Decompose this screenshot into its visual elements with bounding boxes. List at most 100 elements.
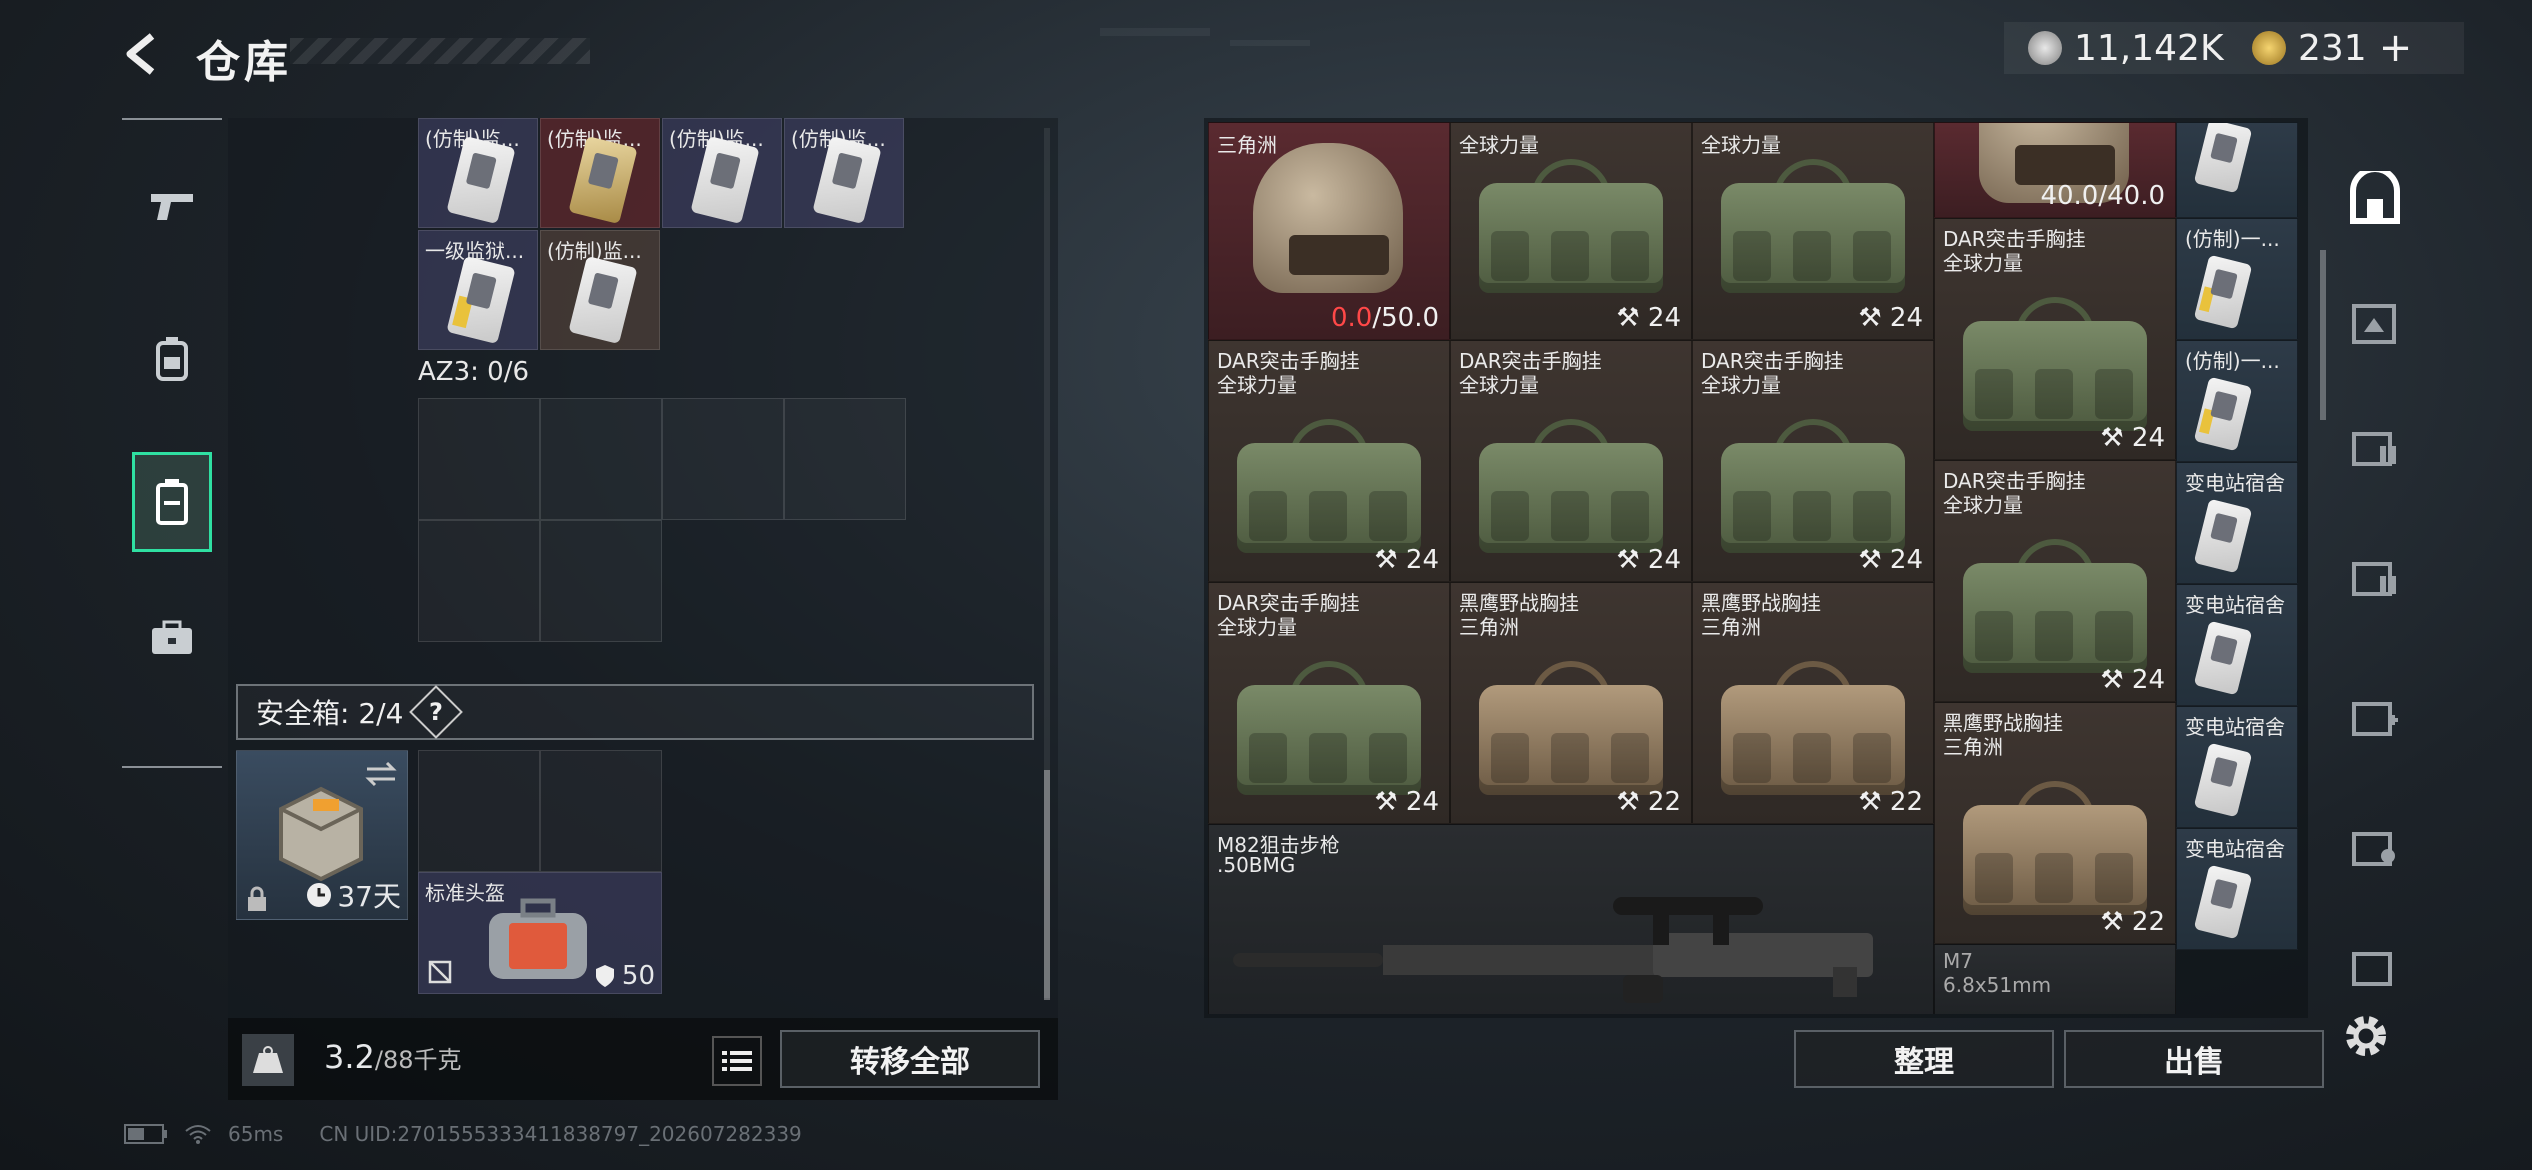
stash-item-vest[interactable]: 黑鹰野战胸挂 三角洲 ⚒ 22 bbox=[1692, 582, 1934, 824]
filter-medical[interactable] bbox=[2338, 678, 2412, 752]
durability-value: 22 bbox=[1889, 787, 1923, 817]
stash-item-vest[interactable]: DAR突击手胸挂 全球力量 ⚒ 24 bbox=[1934, 460, 2176, 702]
durability: 40.0/40.0 bbox=[2040, 181, 2165, 211]
stash-item-helmet[interactable]: 三角洲 0.0/50.0 bbox=[1208, 122, 1450, 340]
filter-ammo-2[interactable] bbox=[2338, 538, 2412, 612]
item-brand: 全球力量 bbox=[1217, 373, 1297, 397]
durability-value: 24 bbox=[1889, 303, 1923, 333]
empty-slot[interactable] bbox=[540, 520, 662, 642]
stash-item-vest[interactable]: DAR突击手胸挂 全球力量 ⚒ 24 bbox=[1450, 340, 1692, 582]
arrange-button[interactable]: 整理 bbox=[1794, 1030, 2054, 1088]
filter-ammo[interactable] bbox=[2338, 408, 2412, 482]
empty-slot[interactable] bbox=[418, 750, 540, 872]
keycard-icon bbox=[2193, 376, 2253, 452]
durability: ⚒ 24 bbox=[1858, 545, 1923, 575]
sell-button[interactable]: 出售 bbox=[2064, 1030, 2324, 1088]
inventory-slot[interactable]: (仿制)监... bbox=[540, 118, 660, 228]
empty-slot[interactable] bbox=[418, 520, 540, 642]
inventory-slot[interactable]: 标准头盔 50 bbox=[418, 872, 662, 994]
durability: ⚒ 24 bbox=[1374, 545, 1439, 575]
chest-rig-icon bbox=[1471, 143, 1671, 303]
nav-weapons[interactable] bbox=[132, 156, 212, 256]
durability-value: 24 bbox=[1405, 787, 1439, 817]
empty-slot[interactable] bbox=[418, 398, 540, 520]
stash-item-keycard[interactable]: 变电站宿舍 bbox=[2176, 584, 2298, 706]
list-view-button[interactable] bbox=[712, 1036, 762, 1086]
empty-slot[interactable] bbox=[784, 398, 906, 520]
stash-item-vest[interactable]: DAR突击手胸挂 全球力量 ⚒ 24 bbox=[1692, 340, 1934, 582]
weight-max: /88千克 bbox=[374, 1046, 462, 1074]
inventory-slot[interactable]: (仿制)监... bbox=[662, 118, 782, 228]
durability: ⚒ 24 bbox=[2100, 665, 2165, 695]
durability: ⚒ 22 bbox=[2100, 907, 2165, 937]
transfer-all-button[interactable]: 转移全部 bbox=[780, 1030, 1040, 1088]
durability-value: 24 bbox=[1889, 545, 1923, 575]
durability-value: 24 bbox=[1405, 545, 1439, 575]
no-insure-icon bbox=[428, 960, 452, 984]
status-bar: 65ms CN UID:2701555333411838797_20260728… bbox=[124, 1122, 802, 1146]
stash-item-vest[interactable]: 全球力量 ⚒ 24 bbox=[1692, 122, 1934, 340]
safe-box-slot[interactable]: 37天 bbox=[236, 750, 408, 920]
stash-item-vest[interactable]: 全球力量 ⚒ 24 bbox=[1450, 122, 1692, 340]
chest-rig-icon bbox=[1229, 645, 1429, 805]
list-icon bbox=[722, 1051, 752, 1071]
stash-item-vest[interactable]: DAR突击手胸挂 全球力量 ⚒ 24 bbox=[1208, 340, 1450, 582]
keycard-icon bbox=[2193, 864, 2253, 940]
stash-item-vest[interactable]: DAR突击手胸挂 全球力量 ⚒ 24 bbox=[1934, 218, 2176, 460]
empty-slot[interactable] bbox=[540, 398, 662, 520]
armor-value: 50 bbox=[594, 961, 655, 991]
stash-item-vest[interactable]: 黑鹰野战胸挂 三角洲 ⚒ 22 bbox=[1934, 702, 2176, 944]
nav-gear[interactable] bbox=[132, 308, 212, 408]
help-button[interactable]: ? bbox=[409, 685, 464, 739]
durability: ⚒ 24 bbox=[1858, 303, 1923, 333]
side-scrollbar[interactable] bbox=[2320, 250, 2326, 420]
inventory-slot[interactable]: (仿制)监... bbox=[540, 230, 660, 350]
keycard-icon bbox=[568, 255, 638, 345]
stash-item-rifle[interactable]: M82狙击步枪 .50BMG bbox=[1208, 824, 1934, 1014]
settings-button[interactable] bbox=[2338, 1008, 2394, 1064]
item-brand: 全球力量 bbox=[1701, 373, 1781, 397]
chest-rig-icon bbox=[1471, 403, 1671, 563]
filter-container[interactable] bbox=[2338, 162, 2412, 236]
empty-slot[interactable] bbox=[662, 398, 784, 520]
item-brand: 全球力量 bbox=[1459, 373, 1539, 397]
inventory-slot[interactable]: (仿制)监... bbox=[784, 118, 904, 228]
safe-box-label: 安全箱: 2/4 bbox=[256, 697, 404, 730]
inventory-slot[interactable]: 一级监狱... bbox=[418, 230, 538, 350]
add-currency-button[interactable]: + bbox=[2379, 25, 2413, 71]
gold-currency: 231 + bbox=[2252, 24, 2412, 72]
left-scroll-thumb[interactable] bbox=[1044, 770, 1050, 1000]
filter-weapons[interactable] bbox=[2338, 286, 2412, 360]
stash-item-keycard[interactable] bbox=[2176, 122, 2298, 218]
safe-box-icon bbox=[279, 786, 363, 882]
medical-bag-icon bbox=[489, 898, 587, 979]
durability-value: 24 bbox=[1647, 303, 1681, 333]
filter-keys[interactable] bbox=[2338, 808, 2412, 882]
chevron-left-icon bbox=[126, 33, 155, 75]
nav-storage[interactable] bbox=[132, 452, 212, 552]
sniper-rifle-icon bbox=[1233, 897, 1873, 1003]
storage-icon bbox=[156, 479, 188, 525]
durability: ⚒ 24 bbox=[2100, 423, 2165, 453]
filter-misc[interactable] bbox=[2338, 928, 2412, 1002]
stash-item-helmet[interactable]: 40.0/40.0 bbox=[1934, 122, 2176, 218]
inventory-slot[interactable]: (仿制)监... bbox=[418, 118, 538, 228]
stash-item-keycard[interactable]: 变电站宿舍 bbox=[2176, 828, 2298, 950]
stash-item-rifle[interactable]: M7 6.8x51mm bbox=[1934, 944, 2176, 1014]
stash-item-vest[interactable]: 黑鹰野战胸挂 三角洲 ⚒ 22 bbox=[1450, 582, 1692, 824]
stash-item-keycard[interactable]: 变电站宿舍 bbox=[2176, 706, 2298, 828]
silver-amount: 11,142K bbox=[2074, 27, 2224, 69]
swap-icon[interactable] bbox=[363, 759, 399, 789]
stash-item-vest[interactable]: DAR突击手胸挂 全球力量 ⚒ 24 bbox=[1208, 582, 1450, 824]
stash-item-keycard[interactable]: (仿制)一... bbox=[2176, 340, 2298, 462]
nav-toolbox[interactable] bbox=[132, 588, 212, 688]
pistol-icon bbox=[151, 194, 193, 220]
silver-currency: 11,142K bbox=[2028, 24, 2224, 72]
stash-item-keycard[interactable]: (仿制)一... bbox=[2176, 218, 2298, 340]
chest-rig-icon bbox=[1229, 403, 1429, 563]
stash-item-keycard[interactable]: 变电站宿舍 bbox=[2176, 462, 2298, 584]
back-button[interactable] bbox=[118, 28, 170, 80]
weight-bar: 3.2/88千克 转移全部 bbox=[228, 1018, 1058, 1100]
battery-icon bbox=[124, 1124, 167, 1144]
empty-slot[interactable] bbox=[540, 750, 662, 872]
